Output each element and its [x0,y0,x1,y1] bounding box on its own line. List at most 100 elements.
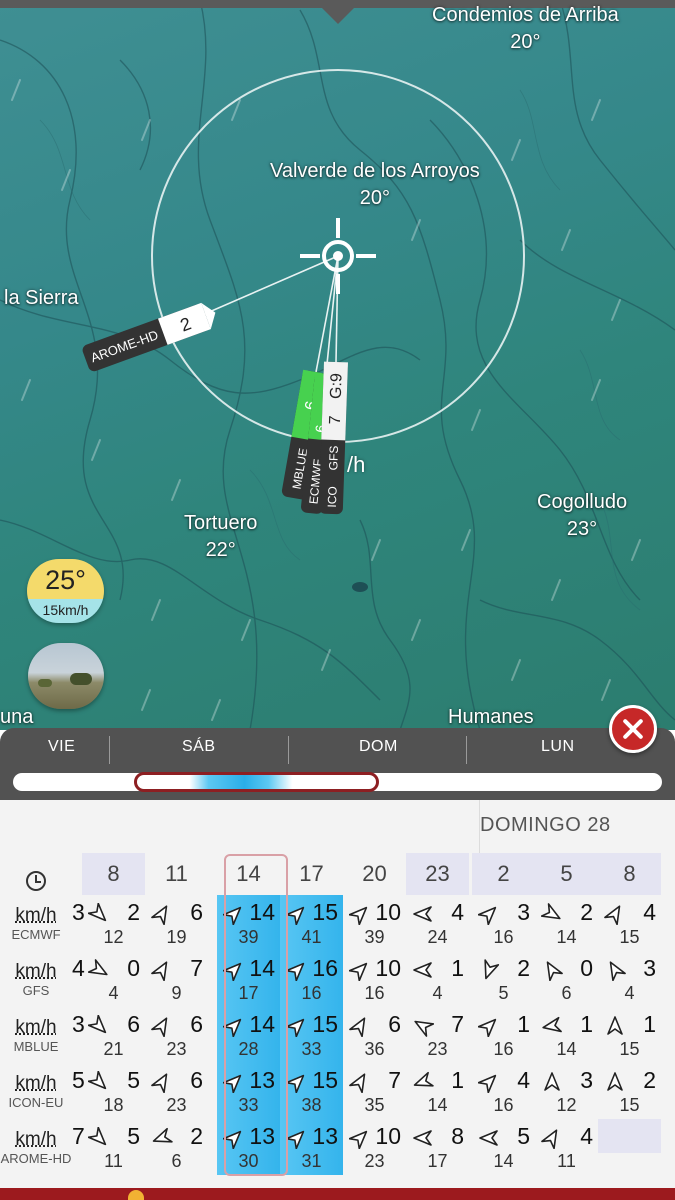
wind-speed: 5 [127,1067,140,1093]
wind-gust: 4 [624,983,635,1003]
town-label[interactable]: una [0,704,33,730]
forecast-cell[interactable]: 13 31 [280,1119,343,1175]
row-label[interactable]: km/h MBLUE [0,1007,72,1063]
temperature-bubble[interactable]: 25° 15km/h [27,559,104,623]
forecast-cell[interactable]: 1 15 [598,1007,661,1063]
unit-label[interactable]: km/h [0,961,72,983]
row-label[interactable]: km/h AROME-HD [0,1119,72,1175]
wind-gust: 38 [301,1095,322,1115]
wind-map[interactable]: AROME-HD 2 6 MBLUE 6 ECMWF G:9 7 GFS ICO [0,0,675,730]
forecast-cell[interactable]: 10 16 [343,951,406,1007]
wind-direction-icon [88,959,108,976]
forecast-cell[interactable] [598,1119,661,1153]
unit-label[interactable]: km/h [0,1017,72,1039]
forecast-cell[interactable]: 7 23 [406,1007,469,1063]
town-label[interactable]: la Sierra [4,285,78,312]
forecast-cell[interactable]: 1 14 [535,1007,598,1063]
forecast-cell[interactable]: 3 16 [472,895,535,951]
forecast-cell[interactable]: 8 17 [406,1119,469,1175]
forecast-cell[interactable]: 4 15 [598,895,661,951]
forecast-cell[interactable]: 6 23 [145,1063,208,1119]
wind-gust: 23 [427,1039,448,1059]
town-temp: 20° [510,31,541,53]
wind-gust: 41 [301,927,322,947]
timeline-day[interactable]: DOM [359,738,398,756]
forecast-cell[interactable]: 2 15 [598,1063,661,1119]
wind-speed: 1 [580,1011,593,1037]
forecast-cell[interactable]: 79 [145,951,208,1007]
row-label[interactable]: km/h ECMWF [0,895,72,951]
timeline-bar[interactable]: VIE SÁB DOM LUN [0,728,675,800]
forecast-cell[interactable]: 6 19 [145,895,208,951]
model-name: GFS [326,445,341,470]
unit-label[interactable]: km/h [0,1073,72,1095]
timeline-thumb[interactable] [134,772,379,792]
town-label[interactable]: Valverde de los Arroyos 20° [270,158,480,212]
forecast-cell[interactable]: 6 23 [145,1007,208,1063]
close-icon[interactable] [609,705,657,753]
wind-gust: 16 [493,1039,514,1059]
row-label[interactable]: km/h ICON-EU [0,1063,72,1119]
crosshair-icon[interactable] [300,218,376,294]
timeline-day[interactable]: SÁB [182,738,216,756]
forecast-cell[interactable]: 4 16 [472,1063,535,1119]
model-label: ICON-EU [8,1095,64,1110]
forecast-cell[interactable]: 10 23 [343,1119,406,1175]
selected-hour-frame[interactable] [224,854,288,1176]
forecast-cell[interactable]: 04 [82,951,145,1007]
forecast-cell[interactable]: 25 [472,951,535,1007]
forecast-cell[interactable]: 06 [535,951,598,1007]
wind-gust: 14 [493,1151,514,1171]
wind-direction-icon [478,1018,497,1037]
forecast-cell[interactable]: 2 12 [82,895,145,951]
hour-cell[interactable]: 11 [145,853,208,895]
wind-speed: 5 [127,1123,140,1149]
town-label[interactable]: Condemios de Arriba 20° [432,2,619,56]
hour-cell[interactable]: 5 [535,853,598,895]
forecast-cell[interactable]: 3 12 [535,1063,598,1119]
forecast-cell[interactable]: 5 14 [472,1119,535,1175]
forecast-cell[interactable]: 2 14 [535,895,598,951]
forecast-cell[interactable]: 26 [145,1119,208,1175]
forecast-cell[interactable]: 34 [598,951,661,1007]
wind-speed: 3 [643,955,656,981]
hour-cell[interactable]: 20 [343,853,406,895]
wind-direction-icon [607,1072,623,1091]
forecast-cell[interactable]: 6 21 [82,1007,145,1063]
wind-speed: 2 [190,1123,203,1149]
forecast-cell[interactable]: 15 38 [280,1063,343,1119]
wind-direction-icon [151,1073,168,1093]
hour-cell[interactable]: 17 [280,853,343,895]
forecast-cell[interactable]: 15 41 [280,895,343,951]
hour-cell[interactable]: 8 [82,853,145,895]
forecast-cell[interactable]: 7 35 [343,1063,406,1119]
forecast-table[interactable]: DOMINGO 28 8 11 14 17 20 23 2 5 8 km/h ECMWF 3 2 12 6… [0,800,675,1188]
forecast-cell[interactable]: 14 [406,951,469,1007]
forecast-cell[interactable]: 4 24 [406,895,469,951]
wind-gust: 23 [166,1095,187,1115]
forecast-cell[interactable]: 15 33 [280,1007,343,1063]
forecast-cell[interactable]: 4 11 [535,1119,598,1175]
hour-cell[interactable]: 8 [598,853,661,895]
forecast-cell[interactable]: 1 14 [406,1063,469,1119]
row-label[interactable]: km/h GFS [0,951,72,1007]
forecast-cell[interactable]: 5 18 [82,1063,145,1119]
hour-cell[interactable]: 23 [406,853,469,895]
forecast-cell[interactable]: 6 36 [343,1007,406,1063]
town-label[interactable]: Tortuero 22° [184,510,257,564]
forecast-cell[interactable]: 5 11 [82,1119,145,1175]
webcam-thumbnail[interactable] [28,643,104,709]
town-label[interactable]: Humanes [448,704,534,730]
timeline-day[interactable]: VIE [48,738,75,756]
unit-label[interactable]: km/h [0,905,72,927]
wind-gust: 24 [427,927,448,947]
town-label[interactable]: Cogolludo 23° [537,489,627,543]
forecast-cell[interactable]: 16 16 [280,951,343,1007]
timeline-day[interactable]: LUN [541,738,575,756]
forecast-cell[interactable]: 10 39 [343,895,406,951]
hour-cell[interactable]: 2 [472,853,535,895]
map-canvas: AROME-HD 2 6 MBLUE 6 ECMWF G:9 7 GFS ICO [0,0,675,730]
unit-label[interactable]: km/h [0,1129,72,1151]
forecast-cell[interactable]: 1 16 [472,1007,535,1063]
partial-speed: 7 [72,1123,85,1149]
